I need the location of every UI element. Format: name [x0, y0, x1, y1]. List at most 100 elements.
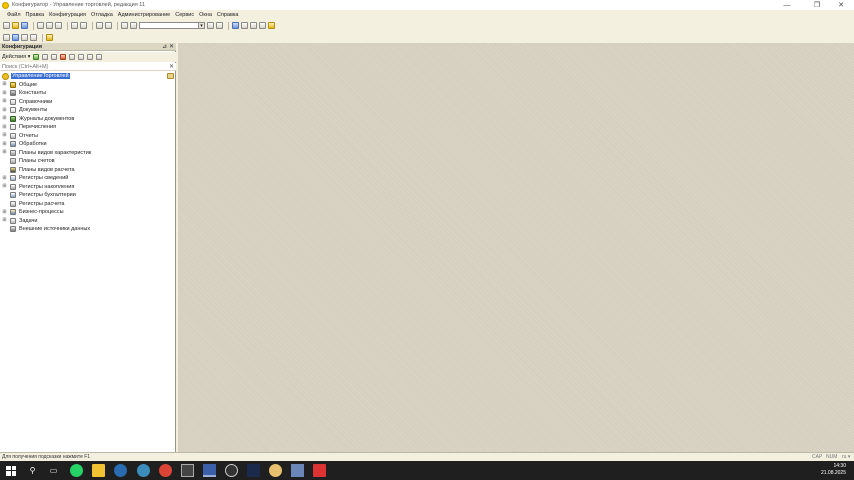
close-button[interactable]: ✕ — [830, 0, 852, 10]
copy-icon[interactable] — [46, 22, 53, 29]
expand-icon[interactable]: ⊞ — [2, 209, 7, 215]
menu-edit[interactable]: Правка — [26, 12, 45, 18]
tree-item-external-data-sources[interactable]: Внешние источники данных — [0, 225, 176, 234]
premiere-icon[interactable] — [247, 464, 260, 477]
expand-icon[interactable]: ⊞ — [2, 116, 7, 121]
expand-icon[interactable]: ⊞ — [2, 218, 7, 223]
expand-icon[interactable]: ⊞ — [2, 184, 7, 189]
search-backward-icon[interactable] — [216, 22, 223, 29]
redo-icon[interactable] — [105, 22, 112, 29]
open-config-icon[interactable] — [3, 34, 10, 41]
chevron-down-icon[interactable]: ▾ — [199, 22, 205, 29]
info-icon[interactable] — [268, 22, 275, 29]
app-icon[interactable] — [114, 464, 127, 477]
find-next-icon[interactable] — [130, 22, 137, 29]
tools-app-icon[interactable] — [269, 464, 282, 477]
menu-debug[interactable]: Отладка — [91, 12, 113, 18]
tree-item-document-journals[interactable]: ⊞ Журналы документов — [0, 115, 176, 124]
edge-icon[interactable] — [137, 464, 150, 477]
expand-icon[interactable]: ⊞ — [2, 133, 7, 138]
save-app-icon[interactable] — [203, 464, 216, 477]
tree-item-documents[interactable]: ⊞ Документы — [0, 106, 176, 115]
windows-icon[interactable] — [232, 22, 239, 29]
tree-item-chart-calculation[interactable]: Планы видов расчета — [0, 166, 176, 175]
compare-icon[interactable] — [21, 34, 28, 41]
panel-close-icon[interactable]: ✕ — [169, 43, 174, 50]
expand-icon[interactable]: ⊞ — [2, 141, 7, 147]
tree-item-common[interactable]: ⊞ Общие — [0, 81, 176, 90]
tree-item-catalogs[interactable]: ⊞ Справочники — [0, 98, 176, 107]
search-icon[interactable]: ⚲ — [26, 464, 39, 477]
open-icon[interactable] — [12, 22, 19, 29]
tree-item-chart-accounts[interactable]: Планы счетов — [0, 157, 176, 166]
support-icon[interactable] — [30, 34, 37, 41]
edit-icon[interactable] — [42, 54, 49, 60]
menu-configuration[interactable]: Конфигурация — [49, 12, 86, 18]
anydesk-icon[interactable] — [313, 464, 326, 477]
move-down-icon[interactable] — [78, 54, 85, 60]
tree-item-information-registers[interactable]: ⊞ Регистры сведений — [0, 174, 176, 183]
tree-item-chart-characteristics[interactable]: ⊞ Планы видов характеристик — [0, 149, 176, 158]
move-up-icon[interactable] — [69, 54, 76, 60]
chrome-icon[interactable] — [159, 464, 172, 477]
save-icon[interactable] — [21, 22, 28, 29]
configuration-properties-icon[interactable] — [167, 73, 174, 79]
search-forward-icon[interactable] — [207, 22, 214, 29]
tray-clock[interactable]: 14:30 21.08.2025 — [821, 463, 846, 477]
actions-menu[interactable]: Действия ▾ — [2, 54, 30, 60]
calculator-icon[interactable] — [250, 22, 257, 29]
menu-windows[interactable]: Окна — [199, 12, 212, 18]
1c-app-icon[interactable] — [225, 464, 238, 477]
print-icon[interactable] — [71, 22, 78, 29]
expand-icon[interactable]: ⊞ — [2, 90, 7, 96]
cut-icon[interactable] — [37, 22, 44, 29]
paste-icon[interactable] — [55, 22, 62, 29]
filter-icon[interactable] — [96, 54, 103, 60]
expand-icon[interactable]: ⊞ — [2, 124, 7, 130]
expand-icon[interactable]: ⊞ — [2, 150, 7, 155]
menu-administration[interactable]: Администрирование — [118, 12, 170, 18]
tree-item-enumerations[interactable]: ⊞ Перечисления — [0, 123, 176, 132]
syntax-helper-icon[interactable] — [241, 22, 248, 29]
task-view-icon[interactable]: ▭ — [47, 464, 60, 477]
minimize-button[interactable]: — — [776, 0, 798, 10]
maximize-button[interactable]: ❐ — [806, 0, 828, 10]
search-clear-icon[interactable]: ✕ — [169, 63, 174, 70]
menu-help[interactable]: Справка — [217, 12, 239, 18]
copy-item-icon[interactable] — [51, 54, 58, 60]
run-debug-icon[interactable] — [46, 34, 53, 41]
menu-service[interactable]: Сервис — [175, 12, 194, 18]
pin-icon[interactable]: ⊿ — [162, 43, 167, 50]
expand-icon[interactable]: ⊞ — [2, 82, 7, 87]
tree-root[interactable]: УправлениеТорговлей — [0, 72, 176, 80]
search-input[interactable] — [1, 63, 167, 71]
add-icon[interactable] — [33, 54, 40, 60]
sort-icon[interactable] — [87, 54, 94, 60]
expand-icon[interactable]: ⊞ — [2, 99, 7, 104]
tree-item-business-processes[interactable]: ⊞ Бизнес-процессы — [0, 208, 176, 217]
tree-item-accumulation-registers[interactable]: ⊞ Регистры накопления — [0, 183, 176, 192]
tree-item-calculation-registers[interactable]: Регистры расчета — [0, 200, 176, 209]
new-icon[interactable] — [3, 22, 10, 29]
preview-icon[interactable] — [80, 22, 87, 29]
find-icon[interactable] — [121, 22, 128, 29]
delete-icon[interactable] — [60, 54, 67, 60]
tree-item-accounting-registers[interactable]: Регистры бухгалтерии — [0, 191, 176, 200]
expand-icon[interactable]: ⊞ — [2, 175, 7, 181]
search-combo[interactable] — [139, 22, 199, 29]
monitor-app-icon[interactable] — [181, 464, 194, 477]
windows-start-icon[interactable] — [3, 463, 19, 479]
calendar-icon[interactable] — [259, 22, 266, 29]
undo-icon[interactable] — [96, 22, 103, 29]
tree-item-reports[interactable]: ⊞ Отчеты — [0, 132, 176, 141]
file-explorer-icon[interactable] — [92, 464, 105, 477]
tree-item-data-processors[interactable]: ⊞ Обработки — [0, 140, 176, 149]
language-indicator[interactable]: ru ▾ — [842, 454, 850, 460]
tree-item-tasks[interactable]: ⊞ Задачи — [0, 217, 176, 226]
update-db-icon[interactable] — [12, 34, 19, 41]
tree-item-constants[interactable]: ⊞ Константы — [0, 89, 176, 98]
menu-file[interactable]: Файл — [7, 12, 21, 18]
whatsapp-icon[interactable] — [70, 464, 83, 477]
expand-icon[interactable]: ⊞ — [2, 107, 7, 113]
remote-desktop-icon[interactable] — [291, 464, 304, 477]
